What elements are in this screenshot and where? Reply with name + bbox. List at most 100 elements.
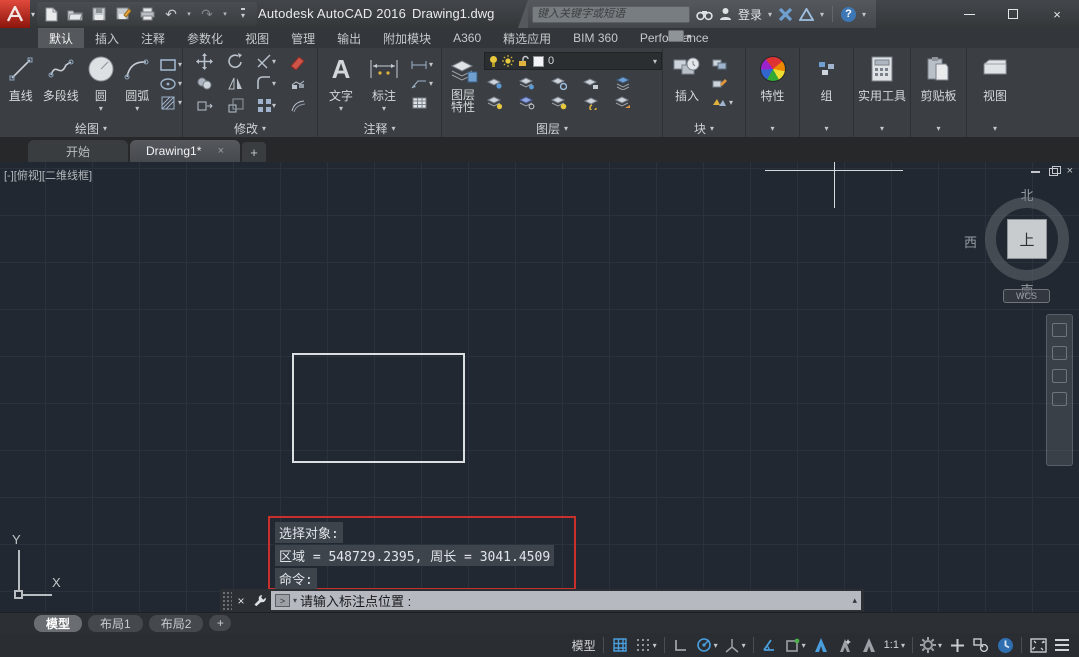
layer-off-button[interactable]: [486, 75, 504, 91]
redo-button[interactable]: ↷: [197, 4, 217, 24]
model-space-toggle[interactable]: 模型: [570, 635, 598, 655]
viewcube[interactable]: 北 西 上 东 南: [972, 184, 1079, 304]
group-button[interactable]: 组: [817, 50, 837, 118]
crosshair-plus-button[interactable]: [946, 635, 968, 655]
ribbon-tab-home[interactable]: 默认: [38, 28, 84, 48]
pan-icon[interactable]: [1052, 346, 1067, 360]
graphics-performance-button[interactable]: [994, 635, 1016, 655]
properties-button[interactable]: 特性: [760, 50, 786, 118]
snap-dropdown-icon[interactable]: ▾: [653, 641, 657, 650]
arc-tool-button[interactable]: 圆弧 ▾: [120, 50, 155, 118]
offset-tool-button[interactable]: [290, 98, 306, 113]
dimension-dropdown-icon[interactable]: ▾: [382, 104, 386, 113]
trim-tool-button[interactable]: ▾: [257, 54, 276, 69]
tab-model[interactable]: 模型: [34, 615, 82, 632]
layer-freeze-button[interactable]: [550, 75, 568, 91]
layer-unlock-button[interactable]: [550, 95, 568, 111]
rotate-tool-button[interactable]: [227, 53, 244, 70]
rectangle-tool-button[interactable]: [159, 57, 177, 73]
workspace-dropdown-icon[interactable]: ▾: [938, 641, 942, 650]
dim-style-dropdown-icon[interactable]: ▾: [429, 60, 433, 69]
annotation-scale-sync[interactable]: [834, 635, 856, 655]
save-button[interactable]: [89, 4, 109, 24]
app-menu-button[interactable]: [0, 0, 30, 28]
layer-properties-button[interactable]: 图层 特性: [446, 52, 480, 120]
panel-label-layers[interactable]: 图层 ▾: [442, 119, 662, 137]
ribbon-tab-insert[interactable]: 插入: [84, 28, 130, 48]
viewport-minimize-icon[interactable]: [1031, 171, 1040, 173]
panel-label-draw[interactable]: 绘图 ▾: [0, 119, 182, 137]
polyline-tool-button[interactable]: 多段线: [40, 50, 82, 118]
file-tab-start[interactable]: 开始: [28, 140, 128, 162]
command-recent-dropdown-icon[interactable]: ▾: [293, 596, 297, 605]
table-button[interactable]: [410, 95, 428, 111]
command-customize-button[interactable]: [250, 594, 268, 607]
line-tool-button[interactable]: 直线: [4, 50, 38, 118]
zoom-extents-icon[interactable]: [1052, 369, 1067, 383]
ribbon-tab-annotate[interactable]: 注释: [130, 28, 176, 48]
edit-block-button[interactable]: [710, 76, 728, 92]
create-block-button[interactable]: [710, 57, 728, 73]
polar-dropdown-icon[interactable]: ▾: [714, 641, 718, 650]
grid-toggle[interactable]: [609, 635, 631, 655]
rectangle-dropdown-icon[interactable]: ▾: [178, 60, 182, 69]
fillet-tool-button[interactable]: ▾: [257, 76, 276, 91]
layer-on-button[interactable]: [486, 95, 504, 111]
ribbon-display-icon[interactable]: [668, 30, 684, 42]
viewport-close-icon[interactable]: ×: [1067, 166, 1073, 177]
move-tool-button[interactable]: [196, 53, 213, 70]
command-palette-grip[interactable]: [222, 591, 232, 610]
panel-label-block[interactable]: 块 ▾: [663, 119, 745, 137]
ribbon-tab-view[interactable]: 视图: [234, 28, 280, 48]
workspace-settings-button[interactable]: ▾: [918, 635, 944, 655]
close-button[interactable]: ×: [1035, 0, 1079, 28]
view-button[interactable]: 视图: [982, 50, 1008, 118]
scale-dropdown-icon[interactable]: ▾: [901, 641, 905, 650]
command-palette-close-button[interactable]: ×: [232, 594, 250, 608]
mirror-tool-button[interactable]: [227, 76, 244, 91]
signin-label[interactable]: 登录: [738, 6, 762, 23]
command-input[interactable]: > ▾ 请输入标注点位置 : ▴: [271, 591, 861, 610]
panel-label-modify[interactable]: 修改 ▾: [183, 119, 317, 137]
annotation-visibility-toggle[interactable]: [759, 635, 781, 655]
help-button[interactable]: ?: [841, 7, 856, 22]
arc-dropdown-icon[interactable]: ▾: [135, 104, 139, 113]
command-line-palette[interactable]: × > ▾ 请输入标注点位置 : ▴: [220, 589, 864, 612]
full-navigation-wheel-icon[interactable]: [1052, 323, 1067, 337]
clean-screen-button[interactable]: [1027, 635, 1049, 655]
ribbon-tab-manage[interactable]: 管理: [280, 28, 326, 48]
fillet-dropdown-icon[interactable]: ▾: [272, 79, 276, 88]
signin-dropdown-icon[interactable]: ▾: [768, 10, 772, 19]
clipboard-button[interactable]: 剪贴板: [920, 50, 956, 118]
annotation-scale-figure[interactable]: [858, 635, 880, 655]
new-layout-button[interactable]: +: [209, 615, 231, 631]
help-search-input[interactable]: [532, 6, 690, 23]
save-as-button[interactable]: [113, 4, 133, 24]
customize-qat-button[interactable]: ▾: [233, 4, 253, 24]
leader-button[interactable]: [410, 76, 428, 92]
polar-tracking-toggle[interactable]: ▾: [694, 635, 720, 655]
panel-label-view[interactable]: ▾: [967, 119, 1023, 137]
isodraft-toggle[interactable]: ▾: [722, 635, 748, 655]
command-history-expand-icon[interactable]: ▴: [852, 595, 857, 606]
wcs-selector[interactable]: WCS: [1003, 289, 1050, 303]
orbit-icon[interactable]: [1052, 392, 1067, 406]
exchange-apps-button[interactable]: [778, 4, 793, 24]
copy-tool-button[interactable]: [197, 76, 213, 91]
a360-dropdown-icon[interactable]: ▾: [820, 10, 824, 19]
redo-dropdown-icon[interactable]: ▾: [221, 10, 229, 18]
ellipse-tool-button[interactable]: [159, 76, 177, 92]
autoscale-dropdown-icon[interactable]: ▾: [802, 641, 806, 650]
plot-button[interactable]: [137, 4, 157, 24]
command-prompt-icon[interactable]: >: [275, 594, 290, 607]
utilities-button[interactable]: 实用工具: [858, 50, 906, 118]
circle-tool-button[interactable]: 圆 ▾: [84, 50, 118, 118]
explode-tool-button[interactable]: [290, 76, 306, 91]
erase-tool-button[interactable]: [289, 54, 306, 70]
array-dropdown-icon[interactable]: ▾: [272, 101, 276, 110]
leader-dropdown-icon[interactable]: ▾: [429, 79, 433, 88]
panel-label-annotate[interactable]: 注释 ▾: [318, 119, 441, 137]
new-drawing-tab-button[interactable]: +: [242, 142, 266, 162]
dim-style-button[interactable]: [410, 57, 428, 73]
stretch-tool-button[interactable]: [197, 99, 213, 113]
